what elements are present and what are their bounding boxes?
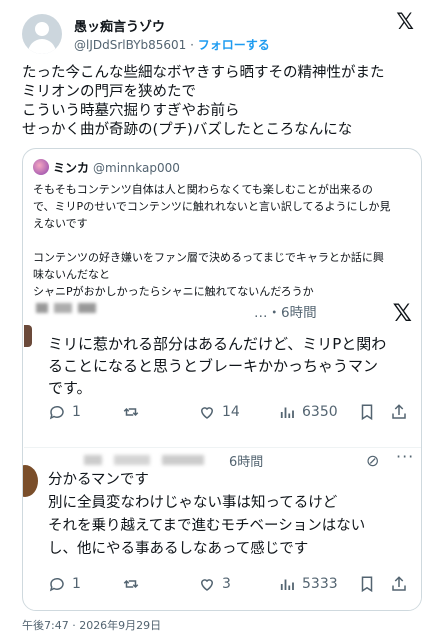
grok-icon: ⊘ bbox=[366, 451, 380, 470]
author-display-name[interactable]: 愚ッ痴言うゾウ bbox=[74, 16, 165, 35]
screenshot-tweet2-time: 6時間 bbox=[229, 455, 264, 470]
reply-count: 1 bbox=[72, 404, 81, 420]
views-action: 5333 bbox=[278, 575, 338, 593]
views-count: 6350 bbox=[302, 404, 338, 420]
share-icon bbox=[392, 576, 406, 591]
tweet-text: たった今こんな些細なボヤきすら晒すその精神性がまた ミリオンの門戸を狭めたで こ… bbox=[22, 64, 422, 140]
bookmark-icon bbox=[361, 576, 373, 593]
cropped-avatar bbox=[24, 325, 32, 347]
reply-action: 1 bbox=[48, 575, 81, 593]
follow-button[interactable]: フォローする bbox=[198, 38, 270, 52]
tweet-text-line: たった今こんな些細なボヤきすら晒すその精神性がまた bbox=[22, 65, 385, 81]
screenshot-text-line: です。 bbox=[48, 379, 92, 397]
screenshot-tweet2-actions: 1 3 5333 bbox=[48, 575, 413, 599]
screenshot-tweet2-text: 分かるマンです 別に全員変なわけじゃない事は知ってるけど それを乗り越えてまで進… bbox=[48, 469, 418, 561]
retweet-icon bbox=[123, 579, 139, 589]
quoted-tweet-text: そもそもコンテンツ自体は人と関わらなくても楽しむことが出来るの で、ミリPのせい… bbox=[33, 181, 418, 300]
heart-icon bbox=[200, 579, 214, 591]
quoted-tweet-header: ミンカ @minnkap000 bbox=[33, 159, 180, 177]
share-icon bbox=[392, 404, 406, 419]
retweet-icon bbox=[123, 407, 139, 417]
retweet-action bbox=[122, 403, 140, 421]
screenshot-tweet1-actions: 1 14 6350 bbox=[48, 403, 413, 427]
reply-count: 1 bbox=[72, 576, 81, 592]
reply-action: 1 bbox=[48, 403, 81, 421]
screenshot-text-line: それを乗り越えてまで進むモチベーションはない bbox=[48, 518, 366, 534]
tweet-timestamp[interactable]: 午後7:47 · 2026年9月29日 bbox=[22, 617, 161, 633]
quoted-tweet-card[interactable]: ミンカ @minnkap000 そもそもコンテンツ自体は人と関わらなくても楽しむこ… bbox=[22, 148, 422, 611]
like-count: 3 bbox=[222, 576, 231, 592]
like-action: 3 bbox=[198, 575, 231, 593]
tweet-header: 愚ッ痴言うゾウ @lJDdSrlBYb85601 · フォローする 𝕏 bbox=[22, 12, 422, 60]
views-action: 6350 bbox=[278, 403, 338, 421]
screenshot-text-line: ミリに惹かれる部分はあるんだけど、ミリPと関わ bbox=[48, 335, 387, 353]
quoted-text-line: えないです bbox=[33, 217, 88, 230]
like-action: 14 bbox=[198, 403, 240, 421]
reply-icon bbox=[49, 405, 64, 420]
share-action bbox=[390, 575, 408, 593]
bookmark-action bbox=[358, 575, 376, 593]
bookmark-icon bbox=[361, 404, 373, 421]
x-logo-icon[interactable]: 𝕏 bbox=[396, 12, 414, 34]
tweet-text-line: せっかく曲が奇跡の(プチ)バズしたところなんにな bbox=[22, 122, 353, 138]
quoted-text-line bbox=[33, 232, 418, 249]
quoted-text-line: コンテンツの好き嫌いをファン層で決めるってまじでキャラとか話に興 bbox=[33, 251, 384, 264]
tweet-text-line: こういう時墓穴掘りすぎやお前ら bbox=[22, 103, 240, 119]
cropped-avatar bbox=[23, 465, 38, 497]
handle-separator: · bbox=[186, 38, 198, 52]
heart-icon bbox=[200, 407, 214, 419]
author-avatar[interactable] bbox=[22, 14, 62, 54]
quoted-author-avatar bbox=[33, 159, 49, 175]
quoted-text-line: そもそもコンテンツ自体は人と関わらなくても楽しむことが出来るの bbox=[33, 183, 373, 196]
screenshot-tweet2-header: 6時間 ⊘ ··· bbox=[24, 447, 421, 470]
screenshot-text-line: ることになると思うとブレーキかかっちゃうマン bbox=[48, 357, 379, 375]
author-handle-line: @lJDdSrlBYb85601 · フォローする bbox=[74, 36, 270, 53]
like-count: 14 bbox=[222, 404, 240, 420]
reply-icon bbox=[49, 577, 64, 592]
views-icon bbox=[280, 407, 294, 418]
quoted-author-handle: @minnkap000 bbox=[93, 161, 180, 175]
attached-screenshot-image[interactable]: …・6時間 𝕏 ミリに惹かれる部分はあるんだけど、ミリPと関わ ることになると思… bbox=[23, 297, 421, 610]
redacted-name bbox=[36, 303, 96, 313]
quoted-text-line: 味ないんだなと bbox=[33, 268, 110, 281]
views-icon bbox=[280, 579, 294, 590]
views-count: 5333 bbox=[302, 576, 338, 592]
retweet-action bbox=[122, 575, 140, 593]
screenshot-tweet1-text: ミリに惹かれる部分はあるんだけど、ミリPと関わ ることになると思うとブレーキかか… bbox=[48, 333, 413, 399]
bookmark-action bbox=[358, 403, 376, 421]
tweet-text-line: ミリオンの門戸を狭めたで bbox=[22, 84, 196, 100]
more-options-icon: ··· bbox=[396, 447, 415, 466]
share-action bbox=[390, 403, 408, 421]
screenshot-text-line: 分かるマンです bbox=[48, 472, 149, 488]
quoted-text-line: で、ミリPのせいでコンテンツに触れれないと言い訳してるようにしか見 bbox=[33, 200, 391, 213]
redacted-name bbox=[84, 455, 204, 465]
screenshot-text-line: し、他にやる事あるしなあって感じです bbox=[48, 541, 309, 557]
screenshot-tweet1-time: …・6時間 bbox=[254, 305, 317, 321]
screenshot-text-line: 別に全員変なわけじゃない事は知ってるけど bbox=[48, 495, 338, 511]
author-handle[interactable]: @lJDdSrlBYb85601 bbox=[74, 38, 186, 52]
x-logo-icon: 𝕏 bbox=[392, 299, 412, 327]
quoted-author-name: ミンカ bbox=[53, 161, 90, 175]
screenshot-tweet1-header: …・6時間 𝕏 bbox=[24, 297, 421, 327]
screenshot-divider bbox=[24, 447, 421, 448]
